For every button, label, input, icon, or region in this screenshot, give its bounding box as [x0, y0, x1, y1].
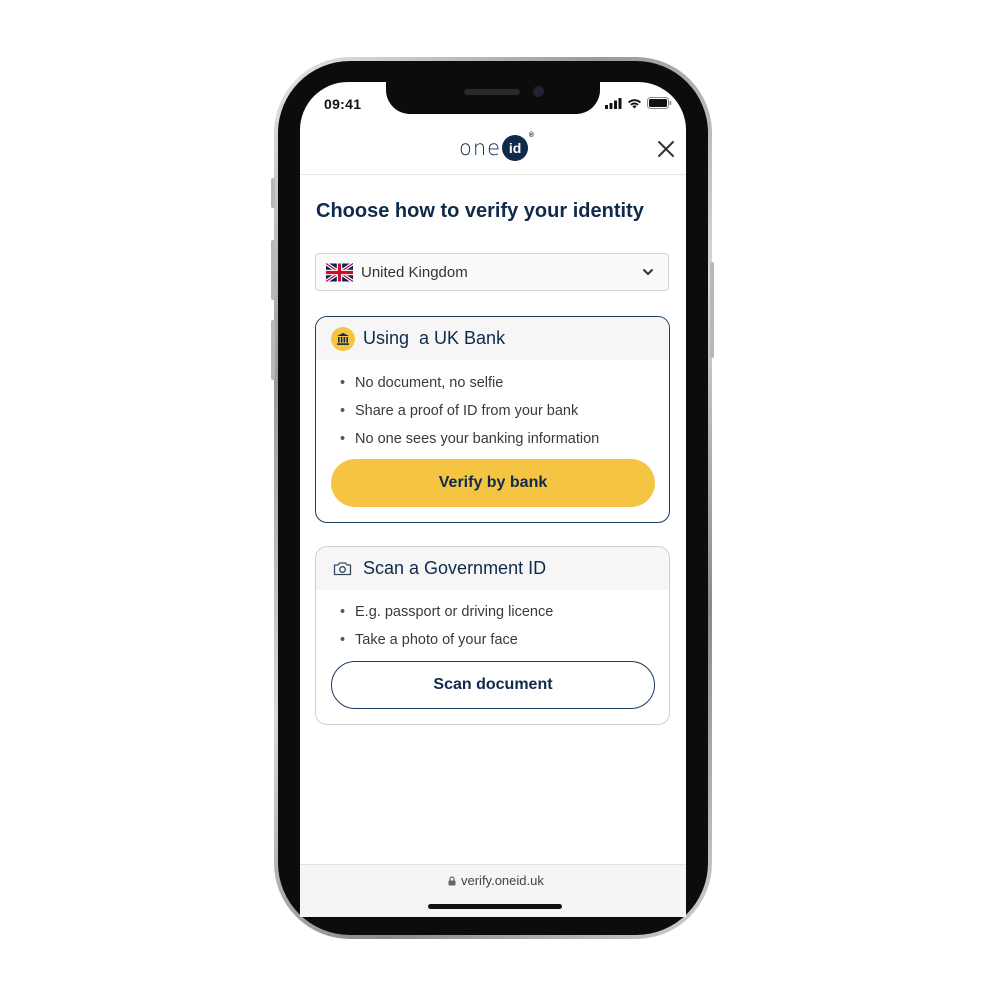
country-select-value: United Kingdom	[361, 264, 468, 281]
list-item: E.g. passport or driving licence	[340, 598, 553, 626]
close-icon[interactable]	[656, 139, 676, 159]
government-id-option-bullets: E.g. passport or driving licence Take a …	[340, 598, 553, 654]
bank-option-card: Using a UK Bank No document, no selfie S…	[315, 316, 670, 523]
bank-option-bullets: No document, no selfie Share a proof of …	[340, 369, 599, 453]
bank-option-title: Using a UK Bank	[363, 328, 506, 348]
lock-icon	[448, 875, 456, 885]
logo-badge-text: id	[508, 140, 522, 156]
status-icons	[605, 97, 672, 109]
battery-icon	[647, 97, 672, 109]
logo-badge: id ®	[502, 132, 534, 161]
url-bar[interactable]: verify.oneid.uk	[448, 873, 544, 888]
government-id-option-header: Scan a Government ID	[316, 547, 669, 590]
page-title: Choose how to verify your identity	[316, 200, 644, 222]
front-camera	[533, 86, 544, 97]
uk-flag-icon	[326, 263, 353, 282]
chevron-down-icon	[643, 269, 653, 275]
browser-footer	[300, 864, 686, 917]
list-item: No one sees your banking information	[340, 425, 599, 453]
home-indicator[interactable]	[428, 904, 562, 909]
signal-icon	[605, 97, 622, 109]
bank-option-header: Using a UK Bank	[316, 317, 669, 360]
country-select[interactable]: United Kingdom	[315, 253, 669, 291]
oneid-logo: one id ®	[459, 132, 534, 161]
scan-document-button[interactable]: Scan document	[331, 661, 655, 709]
mute-switch	[271, 178, 275, 208]
power-button	[710, 262, 714, 358]
bank-icon	[331, 327, 355, 351]
wifi-icon	[628, 98, 641, 108]
logo-registered-mark: ®	[528, 132, 535, 139]
government-id-option-title: Scan a Government ID	[363, 558, 547, 578]
camera-icon	[333, 562, 352, 576]
volume-down-button	[271, 320, 275, 380]
url-text: verify.oneid.uk	[461, 873, 544, 888]
volume-up-button	[271, 240, 275, 300]
list-item: Share a proof of ID from your bank	[340, 397, 599, 425]
speaker	[464, 89, 520, 95]
list-item: No document, no selfie	[340, 369, 599, 397]
government-id-option-card: Scan a Government ID E.g. passport or dr…	[315, 546, 670, 725]
verify-by-bank-button[interactable]: Verify by bank	[331, 459, 655, 507]
logo-text: one	[459, 136, 502, 160]
status-time: 09:41	[324, 96, 362, 112]
list-item: Take a photo of your face	[340, 626, 553, 654]
